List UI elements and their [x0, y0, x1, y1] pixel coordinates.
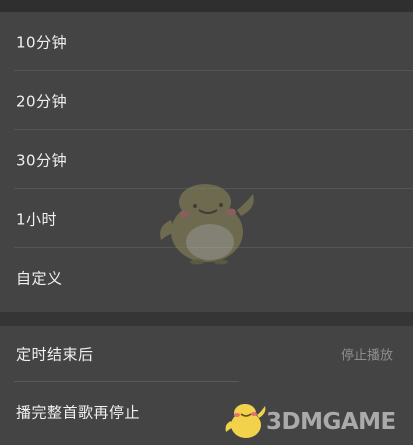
- after-timer-value: 停止播放: [340, 348, 393, 364]
- after-timer-label: 定时结束后: [16, 345, 94, 364]
- brand-logo-icon: [225, 404, 266, 438]
- timer-option-label: 自定义: [16, 269, 63, 287]
- timer-option-20min[interactable]: 20分钟: [0, 71, 413, 130]
- brand-watermark: 3DMGAME: [222, 396, 413, 445]
- mascot-watermark-icon: [160, 184, 254, 265]
- section-gap: [0, 312, 413, 326]
- divider: [14, 381, 239, 382]
- timer-options-list: 10分钟 20分钟 30分钟 1小时 自定义: [0, 12, 413, 312]
- timer-option-label: 1小时: [16, 210, 58, 228]
- top-strip: [0, 0, 413, 12]
- timer-option-label: 20分钟: [16, 92, 68, 110]
- after-timer-setting[interactable]: 定时结束后 停止播放: [0, 326, 413, 382]
- timer-option-10min[interactable]: 10分钟: [0, 12, 413, 71]
- timer-option-label: 10分钟: [16, 33, 68, 51]
- brand-text: 3DMGAME: [266, 409, 396, 435]
- timer-option-label: 30分钟: [16, 151, 68, 169]
- finish-song-label: 播完整首歌再停止: [16, 403, 141, 422]
